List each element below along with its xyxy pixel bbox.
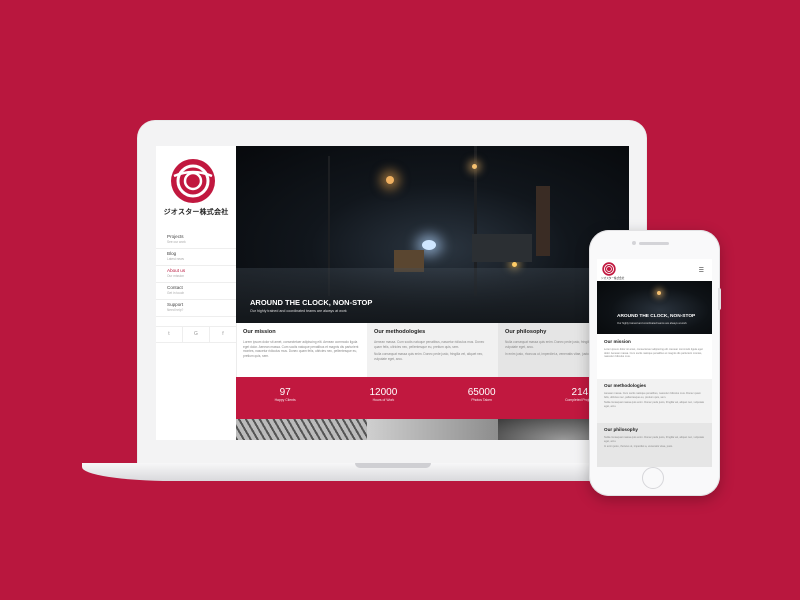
stat-label: Happy Clients bbox=[274, 398, 296, 402]
sidebar-item-blog[interactable]: Blog Latest news bbox=[156, 249, 236, 266]
photo-thumbnail[interactable] bbox=[367, 419, 498, 440]
column-heading: Our mission bbox=[243, 329, 276, 335]
home-button[interactable] bbox=[642, 467, 664, 489]
hero-subtitle: Our highly trained and coordinated teams… bbox=[250, 309, 347, 313]
section-text: Aenean massa. Cum sociis natoque penatib… bbox=[604, 392, 701, 399]
stat-label: Hours of Work bbox=[372, 398, 395, 402]
section-heading: Our philosophy bbox=[604, 427, 638, 432]
sidebar-item-sublabel: Get in touch bbox=[167, 291, 185, 295]
column-methodologies: Our methodologies Aenean massa. Cum soci… bbox=[367, 323, 498, 377]
column-mission: Our mission Lorem ipsum dolor sit amet, … bbox=[236, 323, 367, 377]
section-text: Nulla consequat massa quis enim. Donec p… bbox=[604, 401, 705, 408]
column-heading: Our methodologies bbox=[374, 329, 426, 335]
stat-value: 97 bbox=[279, 387, 291, 398]
sidebar-item-projects[interactable]: Projects See our work bbox=[156, 232, 236, 249]
building-wall bbox=[536, 186, 550, 256]
mobile-section-mission: Our mission Lorem ipsum dolor sit amet, … bbox=[597, 335, 712, 379]
column-text: Lorem ipsum dolor sit amet, consectetuer… bbox=[243, 340, 359, 358]
street-light bbox=[386, 176, 394, 184]
company-name: ジオスター株式会社 bbox=[163, 209, 229, 216]
sidebar-item-contact[interactable]: Contact Get in touch bbox=[156, 283, 236, 300]
stats-band: 97 Happy Clients 12000 Hours of Work 650… bbox=[236, 377, 629, 419]
stat-photos-taken: 65000 Photos Taken bbox=[433, 377, 531, 419]
sidebar-item-sublabel: Need help? bbox=[167, 308, 184, 312]
section-text: Lorem ipsum dolor sit amet, consectetuer… bbox=[604, 348, 703, 359]
stat-value: 12000 bbox=[369, 387, 398, 398]
stat-label: Photos Taken bbox=[471, 398, 492, 402]
laptop-screen: ジオスター株式会社 Projects See our work Blog Lat… bbox=[156, 146, 629, 440]
google-icon[interactable]: G bbox=[183, 327, 210, 342]
phone-screen: ジオスター株式会社 ☰ AROUND THE CLOCK, NON-STOP O… bbox=[597, 259, 712, 467]
hero-subtitle: Our highly trained and coordinated teams… bbox=[617, 322, 687, 325]
work-light bbox=[422, 240, 436, 250]
phone-speaker bbox=[639, 242, 669, 245]
sidebar-item-support[interactable]: Support Need help? bbox=[156, 300, 236, 317]
sidebar-nav: Projects See our work Blog Latest news A… bbox=[156, 232, 236, 317]
hero-image: AROUND THE CLOCK, NON-STOP Our highly tr… bbox=[236, 146, 629, 323]
stat-happy-clients: 97 Happy Clients bbox=[236, 377, 334, 419]
company-logo-icon[interactable] bbox=[602, 262, 616, 276]
sidebar: ジオスター株式会社 Projects See our work Blog Lat… bbox=[156, 146, 237, 440]
social-links: t G f bbox=[156, 326, 236, 343]
street-light bbox=[657, 291, 661, 295]
mobile-section-philosophy: Our philosophy Nulla consequat massa qui… bbox=[597, 423, 712, 467]
hero-title: AROUND THE CLOCK, NON-STOP bbox=[250, 298, 373, 307]
camera-icon bbox=[632, 241, 636, 245]
company-logo-icon[interactable] bbox=[170, 158, 216, 204]
column-text: Aenean massa. Cum sociis natoque penatib… bbox=[374, 340, 485, 349]
facebook-icon[interactable]: f bbox=[210, 327, 236, 342]
hamburger-menu-icon[interactable]: ☰ bbox=[699, 267, 704, 274]
photo-strip bbox=[236, 419, 629, 440]
sidebar-item-sublabel: Our mission bbox=[167, 274, 185, 278]
laptop-notch bbox=[355, 463, 431, 468]
info-columns: Our mission Lorem ipsum dolor sit amet, … bbox=[236, 323, 629, 377]
wet-street bbox=[236, 268, 629, 323]
stat-value: 65000 bbox=[467, 387, 496, 398]
section-text: Nulla consequat massa quis enim. Donec p… bbox=[604, 436, 705, 443]
section-heading: Our methodologies bbox=[604, 383, 647, 388]
section-text: In enim justo, rhoncus ut, imperdiet a, … bbox=[604, 445, 673, 449]
stat-hours-of-work: 12000 Hours of Work bbox=[334, 377, 432, 419]
column-text: Nulla consequat massa quis enim. Donec p… bbox=[374, 352, 484, 361]
mobile-header: ジオスター株式会社 ☰ bbox=[597, 259, 712, 281]
mobile-section-methodologies: Our methodologies Aenean massa. Cum soci… bbox=[597, 379, 712, 423]
street-light bbox=[512, 262, 517, 267]
photo-thumbnail[interactable] bbox=[236, 419, 367, 440]
section-heading: Our mission bbox=[604, 339, 631, 344]
street-light bbox=[472, 164, 477, 169]
hero-title: AROUND THE CLOCK, NON-STOP bbox=[617, 314, 696, 319]
construction-vehicle bbox=[472, 234, 532, 262]
sidebar-item-about[interactable]: About us Our mission bbox=[156, 266, 236, 283]
sidebar-item-sublabel: See our work bbox=[167, 240, 186, 244]
twitter-icon[interactable]: t bbox=[156, 327, 183, 342]
phone-side-button bbox=[718, 288, 721, 310]
mobile-hero-image: AROUND THE CLOCK, NON-STOP Our highly tr… bbox=[597, 281, 712, 334]
company-name: ジオスター株式会社 bbox=[601, 277, 625, 280]
sidebar-item-sublabel: Latest news bbox=[167, 257, 185, 261]
